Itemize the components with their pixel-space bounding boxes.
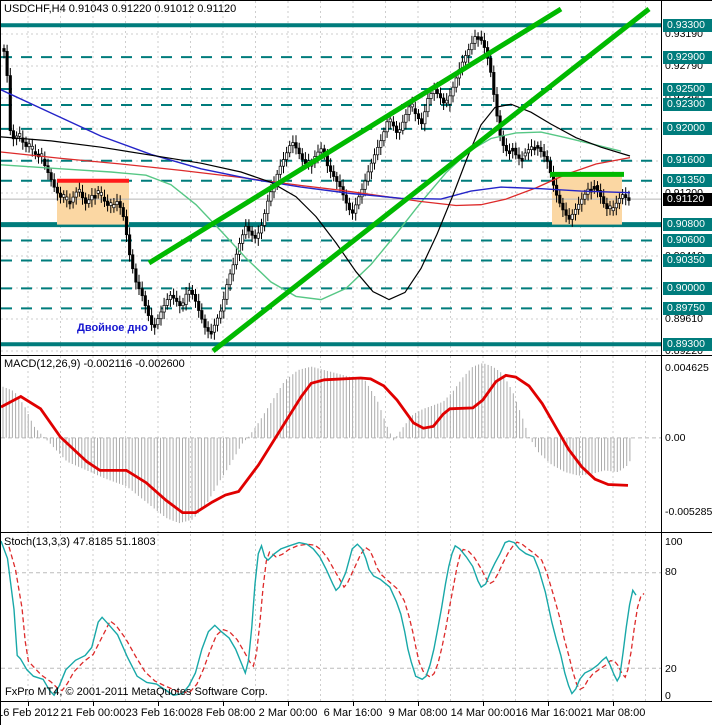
time-label: 23 Feb 16:00 (125, 707, 191, 719)
current-price-badge: 0.91120 (663, 193, 712, 206)
price-level-badge: 0.92500 (663, 83, 712, 96)
main-chart-panel[interactable]: USDCHF,H4 0.91043 0.91220 0.91012 0.9112… (1, 1, 661, 355)
panel-divider (1, 355, 712, 356)
price-level-badge: 0.91350 (663, 174, 712, 187)
macd-histogram (2, 363, 631, 524)
price-level-badge: 0.92300 (663, 98, 712, 111)
price-level-badge: 0.93300 (663, 19, 712, 32)
stoch-tick-label: 100 (665, 536, 683, 548)
price-level-badge: 0.90800 (663, 218, 712, 231)
macd-tick-label: 0.00 (665, 432, 686, 444)
stochastic-label: Stoch(13,3,3) 47.8185 51.1803 (4, 536, 156, 548)
panel-divider (1, 532, 712, 533)
time-label: 14 Mar 00:00 (450, 707, 516, 719)
stoch-tick-label: 80 (665, 566, 677, 578)
time-tick (93, 702, 94, 706)
mt4-chart-window: USDCHF,H4 0.91043 0.91220 0.91012 0.9112… (0, 0, 712, 725)
time-label: 16 Mar 16:00 (515, 707, 581, 719)
axis-border (661, 1, 662, 702)
price-level-badge: 0.90000 (663, 282, 712, 295)
price-level-badge: 0.89300 (663, 338, 712, 351)
time-label: 21 Mar 08:00 (580, 707, 646, 719)
price-level-badge: 0.92000 (663, 122, 712, 135)
chart-title: USDCHF,H4 0.91043 0.91220 0.91012 0.9112… (4, 3, 237, 15)
macd-tick-label: -0.005285 (665, 506, 712, 518)
time-tick (418, 702, 419, 706)
time-label: 28 Feb 08:00 (190, 707, 256, 719)
panel-divider (1, 701, 712, 702)
price-level-badge: 0.90600 (663, 234, 712, 247)
macd-indicator-panel[interactable]: MACD(12,26,9) -0.002116 -0.002600 (1, 356, 661, 532)
macd-canvas[interactable] (1, 356, 661, 532)
time-tick (548, 702, 549, 706)
price-axis[interactable]: 0.931900.927900.923900.912000.904100.896… (662, 1, 712, 702)
time-tick (28, 702, 29, 706)
macd-tick-label: 0.004625 (665, 362, 709, 374)
time-tick (223, 702, 224, 706)
macd-label: MACD(12,26,9) -0.002116 -0.002600 (4, 358, 185, 370)
time-tick (613, 702, 614, 706)
stoch-tick-label: 20 (665, 663, 677, 675)
price-level-badge: 0.91600 (663, 154, 712, 167)
stoch-d-line (8, 541, 645, 694)
time-tick (353, 702, 354, 706)
time-label: 9 Mar 08:00 (388, 707, 448, 719)
double-bottom-annotation: Двойное дно (77, 322, 148, 334)
price-level-badge: 0.92900 (663, 51, 712, 64)
price-chart-canvas[interactable] (1, 1, 661, 355)
stochastic-indicator-panel[interactable]: Stoch(13,3,3) 47.8185 51.1803 FxPro MT4,… (1, 534, 661, 701)
price-level-badge: 0.90350 (663, 254, 712, 267)
time-tick (288, 702, 289, 706)
time-label: 2 Mar 00:00 (258, 707, 318, 719)
time-label: 6 Mar 16:00 (323, 707, 383, 719)
time-tick (158, 702, 159, 706)
time-axis[interactable]: 16 Feb 2012 21 Feb 00:00 23 Feb 16:00 28 Fe… (1, 702, 712, 725)
time-label: 16 Feb 2012 (0, 707, 59, 719)
time-label: 21 Feb 00:00 (60, 707, 126, 719)
stoch-k-line (1, 540, 637, 697)
time-tick (483, 702, 484, 706)
platform-copyright: FxPro MT4, © 2001-2011 MetaQuotes Softwa… (5, 686, 268, 698)
stochastic-canvas[interactable] (1, 534, 661, 701)
price-level-badge: 0.89750 (663, 302, 712, 315)
grid-layer (1, 534, 661, 701)
